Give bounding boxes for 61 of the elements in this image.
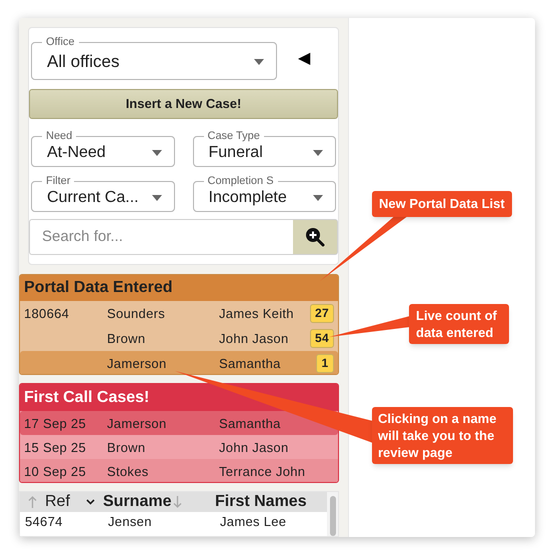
caret-icon <box>254 59 264 65</box>
surname-text: Jamerson <box>107 354 168 373</box>
surname-text: Brown <box>107 330 146 348</box>
surname-text: Sounders <box>107 304 166 323</box>
field-value: Funeral <box>208 143 263 163</box>
panel-title: First Call Cases! <box>20 384 338 412</box>
column-header[interactable]: First Names <box>215 490 307 514</box>
date-text: 10 Sep 25 <box>24 462 87 481</box>
select-field[interactable]: Completion S Incomplete <box>192 175 336 212</box>
caret-icon <box>313 150 323 156</box>
field-value: Current Ca... <box>47 188 139 208</box>
date-text: 15 Sep 25 <box>24 438 87 457</box>
count-badge: 1 <box>316 354 334 373</box>
field-value: Incomplete <box>208 188 287 208</box>
callout: Clicking on a name will take you to the review page <box>372 407 513 464</box>
sort-down-icon <box>173 496 182 508</box>
field-label: Filter <box>45 175 72 187</box>
insert-case-button[interactable]: Insert a New Case! <box>29 89 338 119</box>
sort-up-icon <box>28 496 37 508</box>
date-text: 17 Sep 25 <box>24 414 87 433</box>
select-field[interactable]: Filter Current Ca... <box>31 175 174 212</box>
surname-text: Brown <box>107 438 146 457</box>
portal-row[interactable]: 180664 Sounders James Keith 27 <box>20 301 338 326</box>
field-label: Office <box>45 36 76 48</box>
caret-icon <box>152 195 162 201</box>
portal-row[interactable]: Jamerson Samantha 1 <box>20 351 338 374</box>
select-field[interactable]: Office All offices <box>31 36 277 80</box>
select-field[interactable]: Case Type Funeral <box>192 130 336 167</box>
table-cell-text: James Lee <box>220 513 286 532</box>
caret-icon <box>152 150 162 156</box>
column-header[interactable]: Surname <box>103 490 172 514</box>
caret-icon <box>313 195 323 201</box>
callout: New Portal Data List <box>372 191 512 216</box>
first-call-row[interactable]: 17 Sep 25 Jamerson Samantha <box>20 411 338 436</box>
count-badge: 27 <box>310 304 334 323</box>
column-header[interactable]: Ref <box>45 490 70 514</box>
select-field[interactable]: Need At-Need <box>31 130 174 167</box>
table-cell-text: Jensen <box>108 513 153 532</box>
count-badge: 54 <box>310 329 334 348</box>
collapse-toggle[interactable]: ◀ <box>298 49 310 69</box>
chevron-down-icon[interactable] <box>86 499 95 505</box>
field-label: Completion S <box>206 175 275 187</box>
field-value: At-Need <box>47 143 106 163</box>
first-names-text: John Jason <box>219 438 288 457</box>
surname-text: Jamerson <box>107 414 168 433</box>
panel-title: Portal Data Entered <box>20 275 338 301</box>
first-call-row[interactable]: 10 Sep 25 Stokes Terrance John <box>20 459 338 482</box>
first-names-text: James Keith <box>219 304 294 323</box>
first-names-text: John Jason <box>219 330 288 348</box>
field-label: Case Type <box>206 130 261 142</box>
first-names-text: Terrance John <box>219 462 306 481</box>
portal-row[interactable]: Brown John Jason 54 <box>20 326 338 351</box>
first-call-row[interactable]: 15 Sep 25 Brown John Jason <box>20 435 338 460</box>
table-cell-text: 54674 <box>25 513 64 532</box>
ref-text: 180664 <box>24 306 70 321</box>
first-names-text: Samantha <box>219 354 281 373</box>
scrollbar[interactable] <box>327 492 338 536</box>
surname-text: Stokes <box>107 462 150 481</box>
first-names-text: Samantha <box>219 414 281 433</box>
field-label: Need <box>45 130 74 142</box>
field-value: All offices <box>47 51 120 74</box>
